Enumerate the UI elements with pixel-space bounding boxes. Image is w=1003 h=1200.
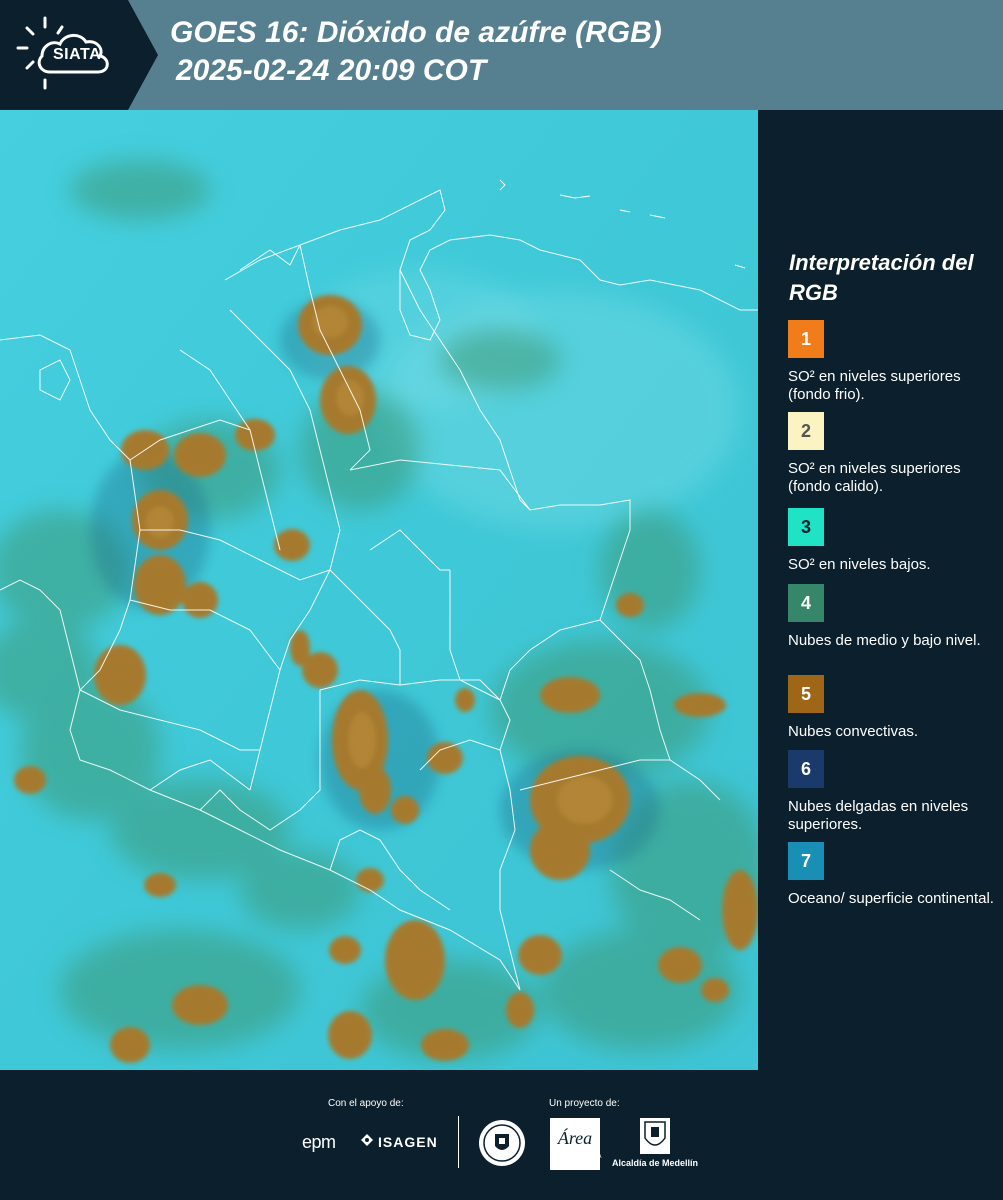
- legend-desc-2: SO² en niveles superiores (fondo calido)…: [788, 460, 961, 495]
- university-seal-icon[interactable]: [477, 1118, 527, 1168]
- legend-item-6: 6 Nubes delgadas en niveles superiores.: [788, 750, 998, 834]
- legend-swatch-3: 3: [788, 508, 824, 546]
- legend-item-7: 7 Oceano/ superficie continental.: [788, 842, 998, 908]
- footer-divider: [458, 1116, 459, 1168]
- logo-text: SIATA: [53, 46, 102, 63]
- legend-swatch-2: 2: [788, 412, 824, 450]
- legend-item-2: 2 SO² en niveles superiores (fondo calid…: [788, 412, 998, 496]
- legend-panel: Interpretación del RGB 1 SO² en niveles …: [758, 110, 1003, 1070]
- header-bar: SIATA GOES 16: Dióxido de azúfre (RGB) 2…: [0, 0, 1003, 110]
- legend-item-3: 3 SO² en niveles bajos.: [788, 508, 998, 574]
- alcaldia-shield-icon[interactable]: [640, 1118, 670, 1154]
- legend-desc-3: SO² en niveles bajos.: [788, 556, 931, 573]
- svg-text:Área: Área: [557, 1127, 592, 1148]
- alcaldia-label: Alcaldía de Medellín: [612, 1158, 699, 1168]
- project-label: Un proyecto de:: [549, 1098, 620, 1109]
- area-subtitle: METROPOLITANA Valle de Aburrá: [550, 1154, 602, 1167]
- legend-swatch-4: 4: [788, 584, 824, 622]
- legend-title: Interpretación del RGB: [789, 250, 974, 305]
- product-timestamp: 2025-02-24 20:09 COT: [176, 54, 487, 87]
- legend-item-5: 5 Nubes convectivas.: [788, 675, 998, 741]
- support-label: Con el apoyo de:: [328, 1098, 404, 1109]
- epm-logo[interactable]: epm: [302, 1132, 336, 1153]
- isagen-logo[interactable]: ISAGEN: [360, 1133, 438, 1150]
- legend-desc-4: Nubes de medio y bajo nivel.: [788, 632, 981, 649]
- legend-swatch-5: 5: [788, 675, 824, 713]
- legend-item-1: 1 SO² en niveles superiores (fondo frio)…: [788, 320, 998, 404]
- legend-item-4: 4 Nubes de medio y bajo nivel.: [788, 584, 998, 650]
- legend-desc-5: Nubes convectivas.: [788, 723, 919, 740]
- isagen-mark-icon: [360, 1133, 374, 1150]
- legend-desc-7: Oceano/ superficie continental.: [788, 890, 994, 907]
- legend-swatch-1: 1: [788, 320, 824, 358]
- legend-swatch-7: 7: [788, 842, 824, 880]
- satellite-map[interactable]: [0, 110, 758, 1070]
- rgb-composite-image: [0, 110, 758, 1070]
- legend-desc-6: Nubes delgadas en niveles superiores.: [788, 798, 969, 833]
- legend-swatch-6: 6: [788, 750, 824, 788]
- siata-logo[interactable]: SIATA: [0, 0, 158, 110]
- legend-desc-1: SO² en niveles superiores (fondo frio).: [788, 368, 961, 403]
- footer-bar: Con el apoyo de: Un proyecto de: epm ISA…: [0, 1070, 1003, 1200]
- satellite-product-page: SIATA GOES 16: Dióxido de azúfre (RGB) 2…: [0, 0, 1003, 1200]
- product-title: GOES 16: Dióxido de azúfre (RGB): [170, 16, 662, 49]
